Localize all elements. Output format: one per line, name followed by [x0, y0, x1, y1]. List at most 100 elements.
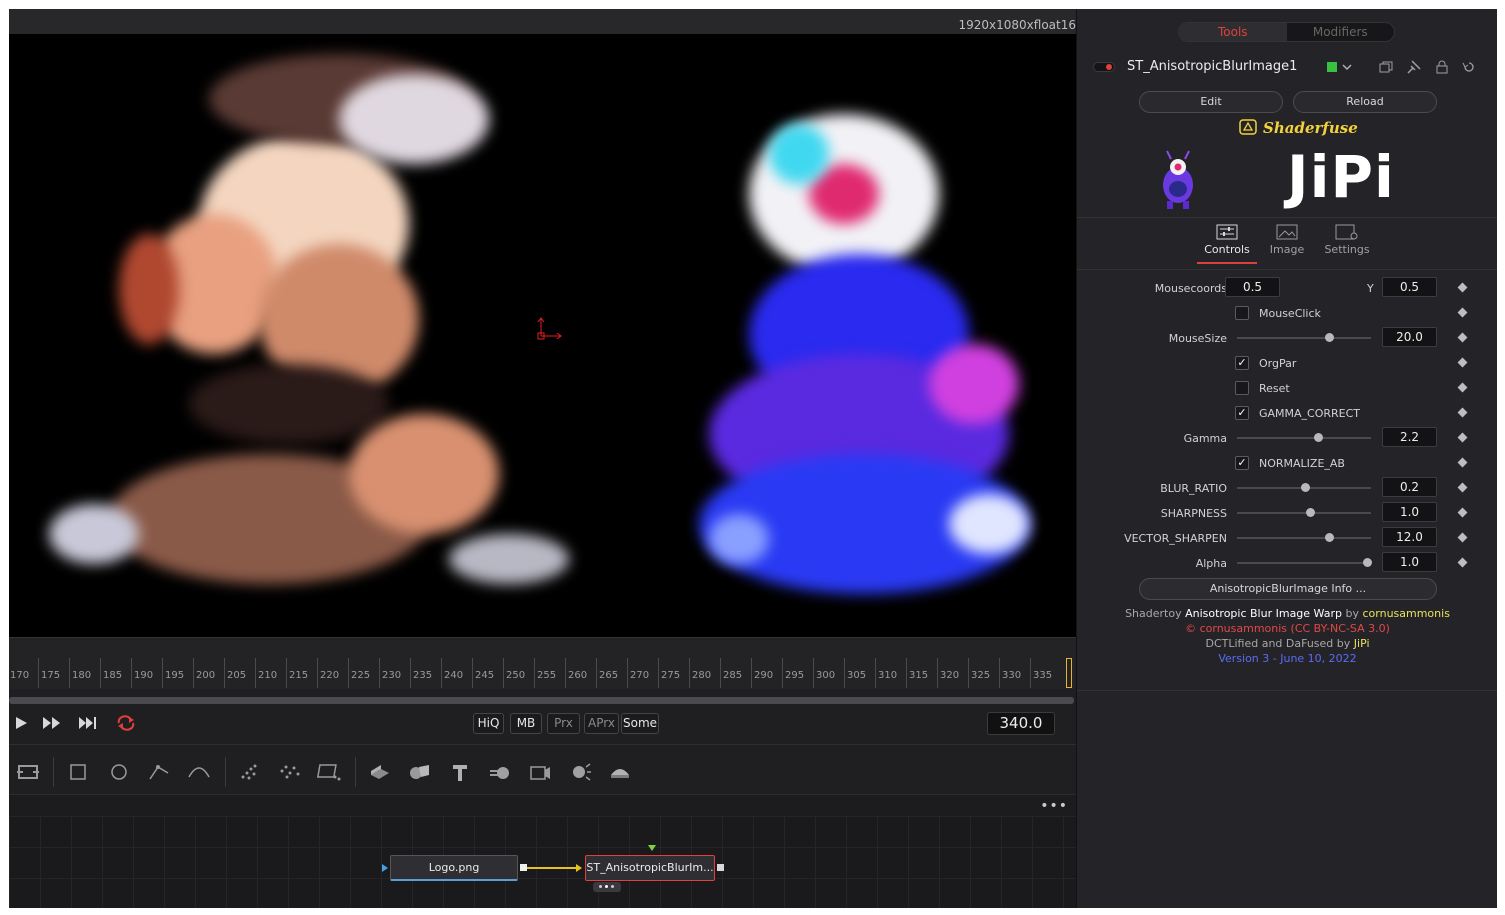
author-link[interactable]: cornusammonis — [1362, 607, 1449, 620]
playhead[interactable] — [1066, 658, 1072, 688]
keyframe-diamond[interactable] — [1457, 332, 1468, 343]
skip-to-end-icon[interactable] — [77, 715, 99, 731]
reload-button[interactable]: Reload — [1293, 91, 1437, 113]
node-output-port[interactable] — [717, 864, 724, 871]
mousesize-field[interactable]: 20.0 — [1382, 327, 1437, 347]
keyframe-diamond[interactable] — [1457, 457, 1468, 468]
text-3d-icon[interactable] — [447, 759, 473, 785]
node-pass-through-toggle[interactable] — [593, 882, 621, 892]
tab-tools[interactable]: Tools — [1179, 23, 1287, 41]
tab-image-label: Image — [1269, 243, 1305, 256]
viewer-center-marker[interactable] — [537, 314, 563, 340]
keyframe-diamond[interactable] — [1457, 432, 1468, 443]
node-editor[interactable]: Logo.png ST_AnisotropicBlurIm... — [9, 816, 1076, 908]
alpha-slider[interactable] — [1237, 558, 1372, 567]
version-line[interactable]: Version 3 - June 10, 2022 — [1077, 652, 1497, 665]
gamma-correct-checkbox[interactable]: ✓ — [1235, 406, 1249, 420]
slider-knob[interactable] — [1314, 433, 1323, 442]
slider-knob[interactable] — [1306, 508, 1315, 517]
tool-color-swatch[interactable] — [1327, 62, 1337, 72]
keyframe-diamond[interactable] — [1457, 482, 1468, 493]
slider-knob[interactable] — [1363, 558, 1372, 567]
renderer-3d-icon[interactable] — [607, 759, 633, 785]
current-frame-field[interactable]: 340.0 — [987, 712, 1055, 735]
timeline-ruler[interactable]: 170 175 180 185 190 195 200 205 210 215 220 225 230 2… — [9, 637, 1076, 689]
vector-sharpen-field[interactable]: 12.0 — [1382, 527, 1437, 547]
chevron-down-icon[interactable] — [1342, 62, 1352, 72]
ellipse-mask-icon[interactable] — [106, 759, 132, 785]
versions-icon[interactable] — [1379, 60, 1393, 74]
reset-checkbox[interactable] — [1235, 381, 1249, 395]
some-button[interactable]: Some — [621, 713, 659, 734]
aprx-button[interactable]: APrx — [584, 713, 619, 734]
image-plane-3d-icon[interactable] — [367, 759, 393, 785]
tab-settings[interactable]: Settings — [1317, 224, 1377, 256]
sharpness-slider[interactable] — [1237, 508, 1371, 517]
rectangle-mask-icon[interactable] — [65, 759, 91, 785]
slider-knob[interactable] — [1325, 333, 1334, 342]
orgpar-checkbox[interactable]: ✓ — [1235, 356, 1249, 370]
timeline-scrollbar[interactable] — [9, 697, 1074, 704]
shader-title-link[interactable]: Anisotropic Blur Image Warp — [1185, 607, 1342, 620]
edit-button[interactable]: Edit — [1139, 91, 1283, 113]
shape-3d-icon[interactable] — [407, 759, 433, 785]
mouseclick-checkbox[interactable] — [1235, 306, 1249, 320]
more-options-icon[interactable]: ••• — [1040, 798, 1068, 814]
mouse-x-field[interactable]: 0.5 — [1225, 277, 1280, 297]
gamma-slider[interactable] — [1237, 433, 1371, 442]
keyframe-diamond[interactable] — [1457, 307, 1468, 318]
license-line[interactable]: © cornusammonis (CC BY-NC-SA 3.0) — [1077, 622, 1497, 635]
keyframe-diamond[interactable] — [1457, 532, 1468, 543]
alpha-field[interactable]: 1.0 — [1382, 552, 1437, 572]
gamma-field[interactable]: 2.2 — [1382, 427, 1437, 447]
vector-sharpen-slider[interactable] — [1237, 533, 1371, 542]
ruler-tick: 275 — [658, 658, 680, 688]
loop-icon[interactable] — [115, 715, 137, 731]
tab-image[interactable]: Image — [1257, 224, 1317, 256]
blur-ratio-field[interactable]: 0.2 — [1382, 477, 1437, 497]
particle-emitter-icon[interactable] — [237, 759, 263, 785]
particle-emitter-alt-icon[interactable] — [317, 759, 343, 785]
node-output-port[interactable] — [520, 864, 527, 871]
camera-3d-icon[interactable] — [527, 759, 553, 785]
mousesize-slider[interactable] — [1237, 333, 1371, 342]
keyframe-diamond[interactable] — [1457, 557, 1468, 568]
tab-modifiers[interactable]: Modifiers — [1287, 23, 1395, 41]
bspline-mask-icon[interactable] — [186, 759, 212, 785]
normalize-ab-checkbox[interactable]: ✓ — [1235, 456, 1249, 470]
spotlight-3d-icon[interactable] — [567, 759, 593, 785]
paint-stroke — [349, 414, 499, 534]
lock-icon[interactable] — [1435, 60, 1449, 74]
particle-render-icon[interactable] — [277, 759, 303, 785]
sharpness-field[interactable]: 1.0 — [1382, 502, 1437, 522]
keyframe-diamond[interactable] — [1457, 507, 1468, 518]
slider-knob[interactable] — [1325, 533, 1334, 542]
loader-node[interactable]: Logo.png — [390, 855, 518, 881]
merge-3d-icon[interactable] — [487, 759, 513, 785]
keyframe-diamond[interactable] — [1457, 407, 1468, 418]
shaderfuse-wordmark: Shaderfuse — [1263, 119, 1358, 137]
tool-enable-toggle[interactable] — [1093, 62, 1115, 72]
blur-ratio-slider[interactable] — [1237, 483, 1371, 492]
merge-tool-icon[interactable] — [15, 759, 41, 785]
tab-controls[interactable]: Controls — [1197, 224, 1257, 264]
shader-node[interactable]: ST_AnisotropicBlurIm... — [585, 855, 715, 881]
mb-button[interactable]: MB — [510, 713, 542, 734]
info-button[interactable]: AnisotropicBlurImage Info ... — [1139, 578, 1437, 600]
keyframe-diamond[interactable] — [1457, 357, 1468, 368]
play-icon[interactable] — [13, 715, 31, 731]
polygon-mask-icon[interactable] — [146, 759, 172, 785]
prx-button[interactable]: Prx — [547, 713, 580, 734]
paint-stroke — [49, 504, 139, 564]
slider-knob[interactable] — [1301, 483, 1310, 492]
viewer-canvas[interactable] — [9, 34, 1076, 637]
hiq-button[interactable]: HiQ — [473, 713, 504, 734]
mouse-y-field[interactable]: 0.5 — [1382, 277, 1437, 297]
jipi-link[interactable]: JiPi — [1354, 637, 1370, 650]
pin-icon[interactable] — [1407, 60, 1421, 74]
keyframe-diamond[interactable] — [1457, 282, 1468, 293]
tool-name: ST_AnisotropicBlurImage1 — [1127, 59, 1298, 74]
reset-icon[interactable] — [1462, 60, 1476, 74]
keyframe-diamond[interactable] — [1457, 382, 1468, 393]
fast-forward-icon[interactable] — [41, 715, 63, 731]
